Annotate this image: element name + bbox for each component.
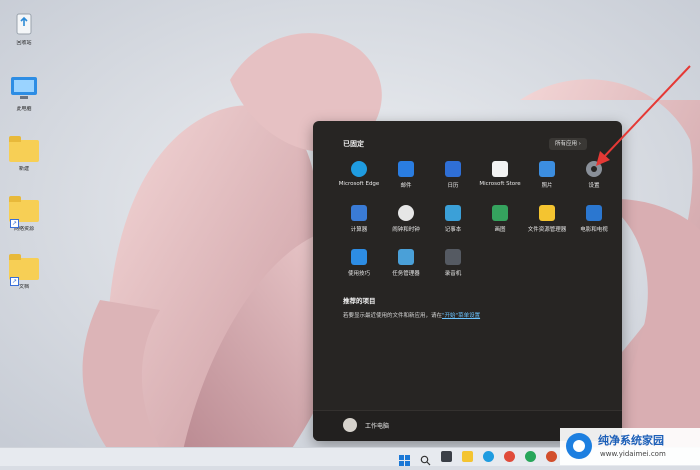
chrome-icon[interactable]	[504, 451, 515, 462]
pinned-app-calculator[interactable]: 计算器	[335, 205, 383, 233]
edge-taskbar-icon[interactable]	[483, 451, 494, 462]
user-avatar[interactable]	[343, 418, 357, 432]
folder-icon: ↗	[8, 252, 40, 286]
pinned-app-store[interactable]: Microsoft Store	[476, 161, 524, 187]
pinned-app-gear[interactable]: 设置	[570, 161, 618, 189]
pinned-app-folder[interactable]: 文件资源管理器	[523, 205, 571, 233]
pinned-app-label: 文件资源管理器	[527, 227, 567, 233]
watermark-url: www.yidaimei.com	[600, 450, 666, 458]
app-icon[interactable]	[525, 451, 536, 462]
pinned-app-mail[interactable]: 邮件	[382, 161, 430, 189]
app-icon[interactable]	[546, 451, 557, 462]
task-manager-icon	[398, 249, 414, 265]
site-logo-icon	[566, 433, 592, 459]
pinned-app-label: 日历	[447, 183, 459, 189]
pinned-app-calendar[interactable]: 日历	[429, 161, 477, 189]
pinned-app-photos[interactable]: 照片	[523, 161, 571, 189]
pinned-app-label: 画图	[494, 227, 506, 233]
start-button-icon[interactable]	[399, 451, 410, 466]
pinned-section-title: 已固定	[343, 140, 364, 148]
notepad-icon	[445, 205, 461, 221]
pinned-app-tips[interactable]: 使用技巧	[335, 249, 383, 277]
desktop-icon-this-pc[interactable]: 此电脑	[4, 74, 44, 113]
pinned-app-movies[interactable]: 电影和电视	[570, 205, 618, 233]
pinned-app-paint[interactable]: 画图	[476, 205, 524, 233]
mail-icon	[398, 161, 414, 177]
calendar-icon	[445, 161, 461, 177]
recommended-message: 若要显示最近使用的文件和新应用，请在"开始"菜单设置	[343, 311, 480, 319]
clock-icon	[398, 205, 414, 221]
folder-icon	[8, 134, 40, 164]
pinned-app-label: 计算器	[350, 227, 368, 233]
start-settings-link[interactable]: "开始"菜单设置	[442, 313, 480, 319]
pinned-app-recorder[interactable]: 录音机	[429, 249, 477, 277]
pinned-app-clock[interactable]: 闹钟和时钟	[382, 205, 430, 233]
folder-icon: ↗	[8, 194, 40, 228]
desktop-icon-folder-new[interactable]: 新建	[4, 134, 44, 173]
pinned-app-label: 闹钟和时钟	[392, 227, 420, 233]
shortcut-arrow-icon: ↗	[10, 219, 19, 228]
computer-icon	[8, 74, 40, 104]
movies-icon	[586, 205, 602, 221]
pinned-app-edge[interactable]: Microsoft Edge	[335, 161, 383, 187]
pinned-app-label: 电影和电视	[580, 227, 608, 233]
user-name[interactable]: 工作电脑	[365, 421, 389, 430]
pinned-app-label: 邮件	[400, 183, 412, 189]
desktop-icon-recycle-bin[interactable]: 回收站	[4, 8, 44, 47]
pinned-app-label: 设置	[588, 183, 600, 189]
desktop-icon-label: 回收站	[16, 40, 32, 46]
shortcut-arrow-icon: ↗	[10, 277, 19, 286]
folder-icon	[539, 205, 555, 221]
pinned-app-label: Microsoft Edge	[338, 181, 380, 187]
paint-icon	[492, 205, 508, 221]
pinned-app-label: 照片	[541, 183, 553, 189]
desktop-icon-folder-network[interactable]: ↗ 网络资源	[4, 194, 44, 233]
calculator-icon	[351, 205, 367, 221]
desktop-icon-label: 新建	[18, 166, 29, 172]
task-view-icon[interactable]	[441, 451, 452, 462]
pinned-app-label: 录音机	[444, 271, 462, 277]
start-menu: 已固定 所有应用 › Microsoft Edge 邮件 日历 Microsoft S…	[313, 121, 622, 441]
pinned-app-task-manager[interactable]: 任务管理器	[382, 249, 430, 277]
pinned-app-label: 使用技巧	[347, 271, 370, 277]
recycle-bin-icon	[8, 8, 40, 38]
all-apps-button[interactable]: 所有应用 ›	[549, 138, 587, 150]
pinned-app-label: 记事本	[444, 227, 462, 233]
recommended-section-title: 推荐的项目	[343, 297, 376, 305]
watermark-title: 纯净系统家园	[598, 434, 664, 447]
edge-icon	[351, 161, 367, 177]
tips-icon	[351, 249, 367, 265]
desktop-icon-folder-docs[interactable]: ↗ 文档	[4, 252, 44, 291]
pinned-app-label: 任务管理器	[392, 271, 420, 277]
file-explorer-icon[interactable]	[462, 451, 473, 462]
photos-icon	[539, 161, 555, 177]
site-watermark: 纯净系统家园 www.yidaimei.com	[560, 428, 700, 465]
desktop-icon-label: 此电脑	[16, 106, 32, 112]
search-icon[interactable]	[420, 451, 431, 466]
recorder-icon	[445, 249, 461, 265]
store-icon	[492, 161, 508, 177]
gear-icon	[586, 161, 602, 177]
pinned-app-label: Microsoft Store	[479, 181, 521, 187]
pinned-app-notepad[interactable]: 记事本	[429, 205, 477, 233]
recommended-message-text: 若要显示最近使用的文件和新应用，请在	[343, 313, 443, 319]
